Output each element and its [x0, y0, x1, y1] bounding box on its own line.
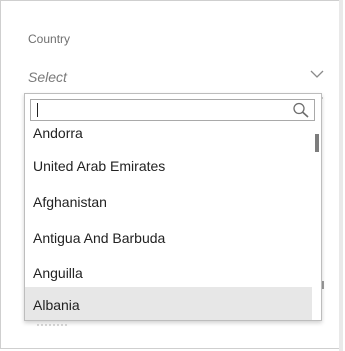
option-andorra[interactable]: Andorra [25, 123, 312, 150]
country-select[interactable]: Select [28, 63, 328, 91]
window-edge [339, 0, 343, 351]
country-field-label: Country [28, 32, 71, 46]
option-label: Anguilla [33, 265, 83, 281]
option-label: Antigua And Barbuda [33, 230, 166, 246]
option-label: Afghanistan [33, 194, 107, 210]
text-caret [37, 103, 38, 117]
option-afghanistan[interactable]: Afghanistan [25, 186, 312, 219]
option-united-arab-emirates[interactable]: United Arab Emirates [25, 150, 312, 183]
scrollbar[interactable] [314, 123, 320, 320]
chevron-down-icon[interactable] [310, 69, 324, 79]
option-anguilla[interactable]: Anguilla [25, 257, 312, 290]
option-label: Andorra [33, 125, 83, 141]
scrollbar-thumb[interactable] [315, 134, 319, 152]
search-icon[interactable] [292, 102, 310, 118]
select-placeholder: Select [28, 69, 67, 85]
country-dropdown: Andorra United Arab Emirates Afghanistan… [24, 93, 322, 321]
options-list: Andorra United Arab Emirates Afghanistan… [25, 123, 312, 320]
option-label: Albania [33, 297, 80, 313]
option-label: United Arab Emirates [33, 158, 166, 174]
hidden-field-fragment [37, 324, 67, 329]
option-albania[interactable]: Albania [25, 287, 312, 320]
option-antigua-and-barbuda[interactable]: Antigua And Barbuda [25, 222, 312, 255]
hidden-field-fragment [322, 281, 324, 289]
search-input[interactable] [31, 100, 281, 120]
search-box[interactable] [30, 99, 315, 121]
